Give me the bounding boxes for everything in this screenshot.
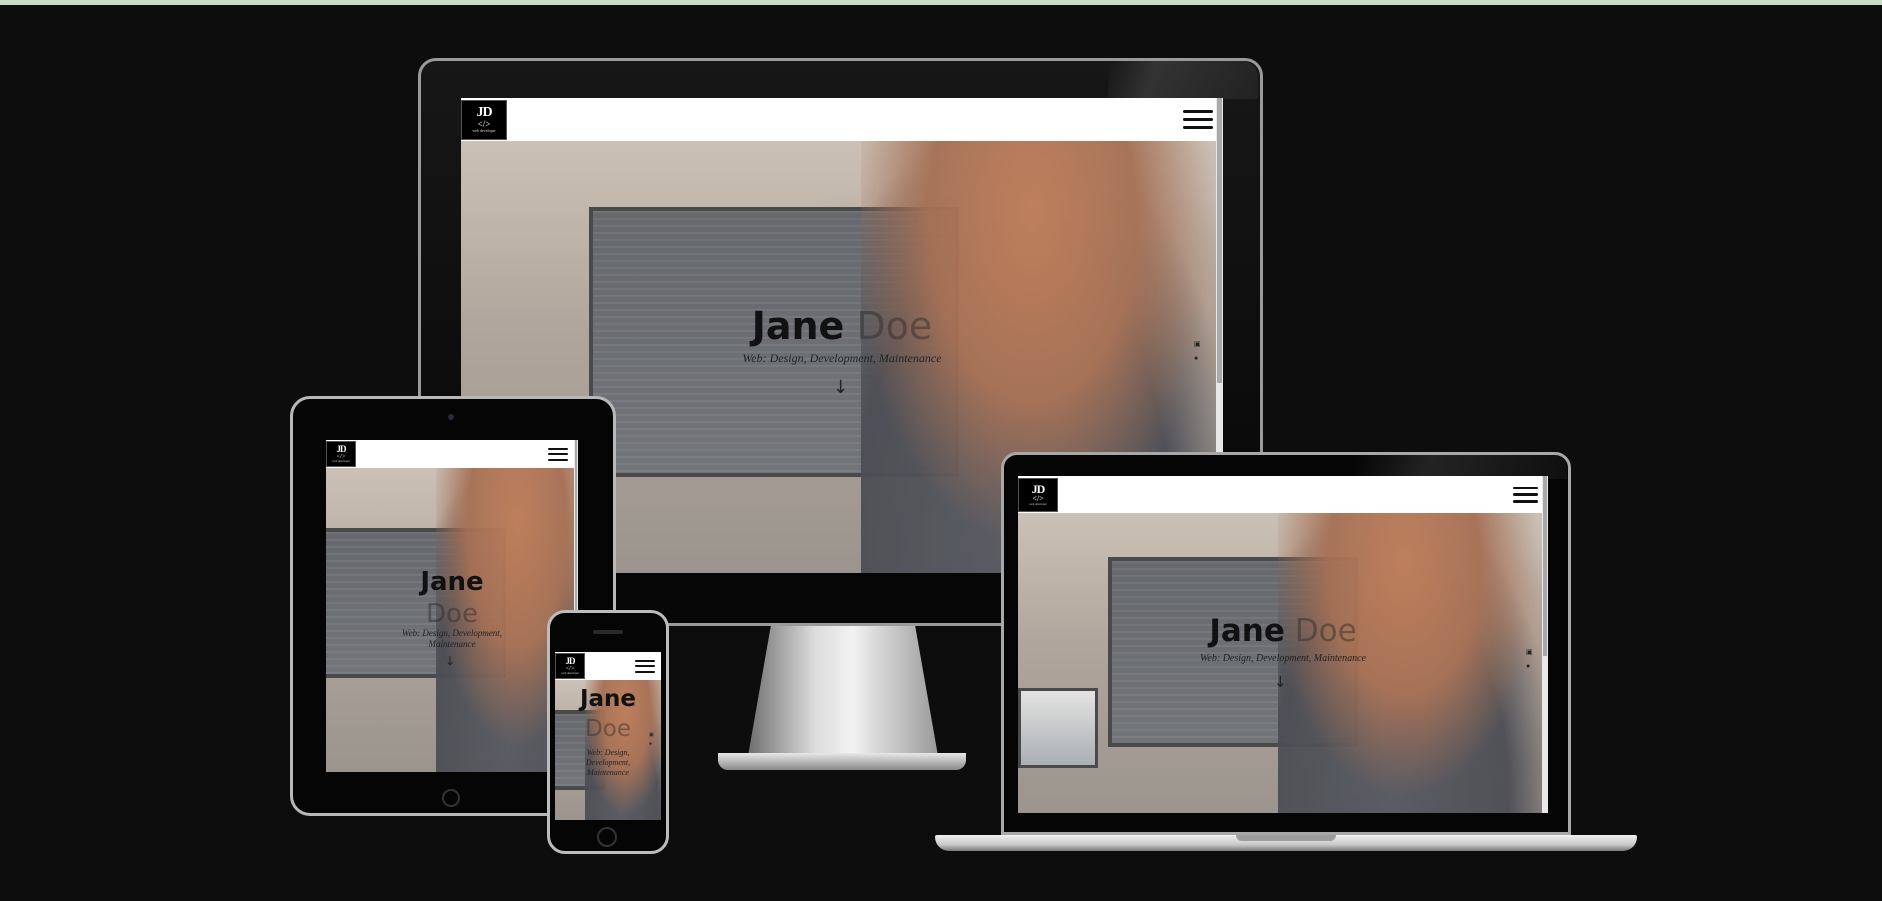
hero-title: Jane Doe bbox=[461, 304, 1223, 348]
logo-initials: JD bbox=[476, 105, 492, 120]
hero-section: Jane Doe Web: Design, Development, Maint… bbox=[1018, 513, 1548, 813]
social-links: ▣ ● bbox=[649, 732, 654, 747]
site-header: JD </> web developer bbox=[461, 98, 1223, 141]
monitor-stand-base bbox=[718, 753, 966, 770]
logo-tagline: web developer bbox=[472, 128, 496, 133]
hero-first-name: Jane bbox=[751, 304, 845, 348]
linkedin-icon[interactable]: ▣ bbox=[1526, 649, 1533, 657]
scrollbar[interactable] bbox=[1542, 476, 1548, 813]
linkedin-icon[interactable]: ▣ bbox=[649, 732, 654, 738]
github-icon[interactable]: ● bbox=[1526, 663, 1533, 671]
tablet-camera bbox=[448, 414, 454, 420]
laptop-notch bbox=[1236, 835, 1336, 841]
site-header: JD </> web developer bbox=[1018, 476, 1548, 513]
phone-speaker bbox=[593, 630, 623, 634]
hero-subtitle: Web: Design, Development, Maintenance bbox=[585, 748, 631, 777]
social-links: ▣ ● bbox=[1526, 649, 1533, 671]
hero-section: Jane Doe Web: Design, Development, Maint… bbox=[555, 680, 661, 820]
laptop-mockup: JD </> web developer Jane Doe Web: Desig… bbox=[935, 452, 1637, 862]
browser-top-strip bbox=[0, 0, 1882, 5]
monitor-glare bbox=[1108, 61, 1258, 99]
phone-mockup: JD </> web developer Jane Doe Web: Desig… bbox=[547, 610, 669, 854]
github-icon[interactable]: ● bbox=[649, 741, 654, 747]
hero-title: Jane Doe bbox=[1209, 613, 1357, 649]
arrow-down-icon[interactable]: ↓ bbox=[833, 377, 848, 398]
github-icon[interactable]: ● bbox=[1194, 355, 1201, 363]
hero-subtitle: Web: Design, Development, Maintenance bbox=[742, 351, 942, 365]
social-links: ▣ ● bbox=[1194, 341, 1201, 363]
site-logo[interactable]: JD </> web developer bbox=[461, 99, 507, 140]
arrow-down-icon[interactable]: ↓ bbox=[1274, 673, 1287, 691]
tablet-home-button bbox=[442, 789, 460, 807]
hero-section: Jane Doe Web: Design, Development, Maint… bbox=[326, 468, 578, 772]
linkedin-icon[interactable]: ▣ bbox=[1194, 341, 1201, 349]
site-header: JD </> web developer bbox=[555, 652, 661, 680]
hamburger-menu-icon[interactable] bbox=[1183, 110, 1213, 129]
laptop-screen: JD </> web developer Jane Doe Web: Desig… bbox=[1018, 476, 1548, 813]
site-logo[interactable]: JD </> web developer bbox=[555, 653, 585, 679]
hero-title: Jane Doe bbox=[420, 567, 484, 629]
hero-title: Jane Doe bbox=[579, 686, 637, 742]
site-logo[interactable]: JD </> web developer bbox=[326, 441, 356, 467]
site-header: JD </> web developer bbox=[326, 440, 578, 468]
hero-subtitle: Web: Design, Development, Maintenance bbox=[1200, 653, 1366, 664]
monitor-stand bbox=[748, 626, 938, 756]
hamburger-menu-icon[interactable] bbox=[635, 659, 655, 673]
arrow-down-icon[interactable]: ↓ bbox=[445, 654, 455, 668]
hero-subtitle: Web: Design, Development, Maintenance bbox=[401, 628, 503, 649]
hamburger-menu-icon[interactable] bbox=[548, 447, 568, 461]
phone-screen: JD </> web developer Jane Doe Web: Desig… bbox=[555, 652, 661, 820]
tablet-screen: JD </> web developer Jane Doe Web: Desig… bbox=[326, 440, 578, 772]
phone-home-button bbox=[597, 827, 617, 847]
site-logo[interactable]: JD </> web developer bbox=[1018, 477, 1058, 512]
hero-last-name: Doe bbox=[856, 304, 933, 348]
hamburger-menu-icon[interactable] bbox=[1513, 486, 1538, 503]
